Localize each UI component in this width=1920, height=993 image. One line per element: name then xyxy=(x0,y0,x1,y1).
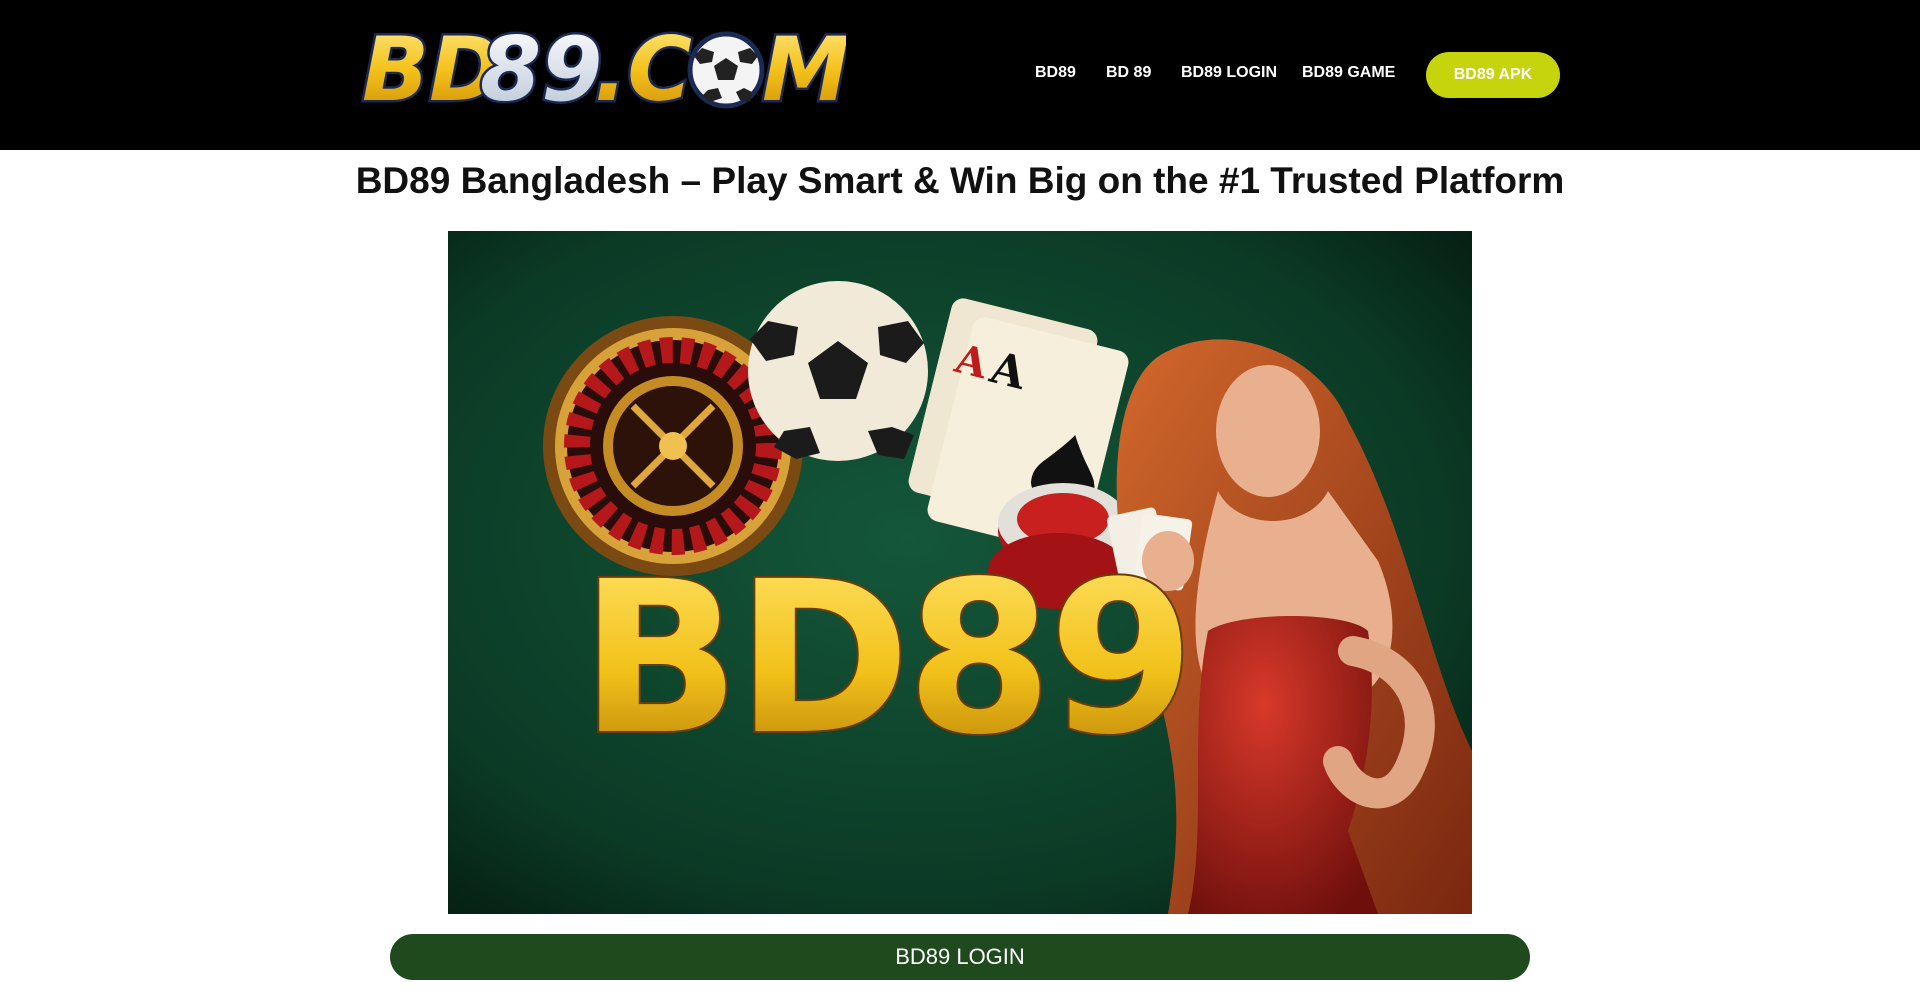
site-header: BD 89 .C M BD89 BD 89 BD89 LOGIN BD89 GA… xyxy=(0,0,1920,150)
svg-text:89: 89 xyxy=(480,18,602,118)
hero-banner-image: A A ♠ ♠ BD89 xyxy=(448,231,1472,914)
nav-link-bd89-login[interactable]: BD89 LOGIN xyxy=(1181,64,1277,82)
svg-text:.C: .C xyxy=(594,18,692,118)
page-title: BD89 Bangladesh – Play Smart & Win Big o… xyxy=(355,160,1565,201)
soccer-ball-icon xyxy=(687,31,765,109)
nav-link-bd89-game[interactable]: BD89 GAME xyxy=(1302,64,1395,82)
nav-link-bd89[interactable]: BD89 xyxy=(1035,64,1076,82)
bd89-login-button[interactable]: BD89 LOGIN xyxy=(390,934,1530,980)
bd89-apk-button[interactable]: BD89 APK xyxy=(1426,52,1560,98)
site-logo[interactable]: BD 89 .C M xyxy=(358,18,847,118)
soccer-ball-icon xyxy=(748,281,928,461)
nav-link-bd-89[interactable]: BD 89 xyxy=(1106,64,1151,82)
hero-bd89-text: BD89 xyxy=(580,536,1191,781)
svg-text:M: M xyxy=(762,18,846,118)
